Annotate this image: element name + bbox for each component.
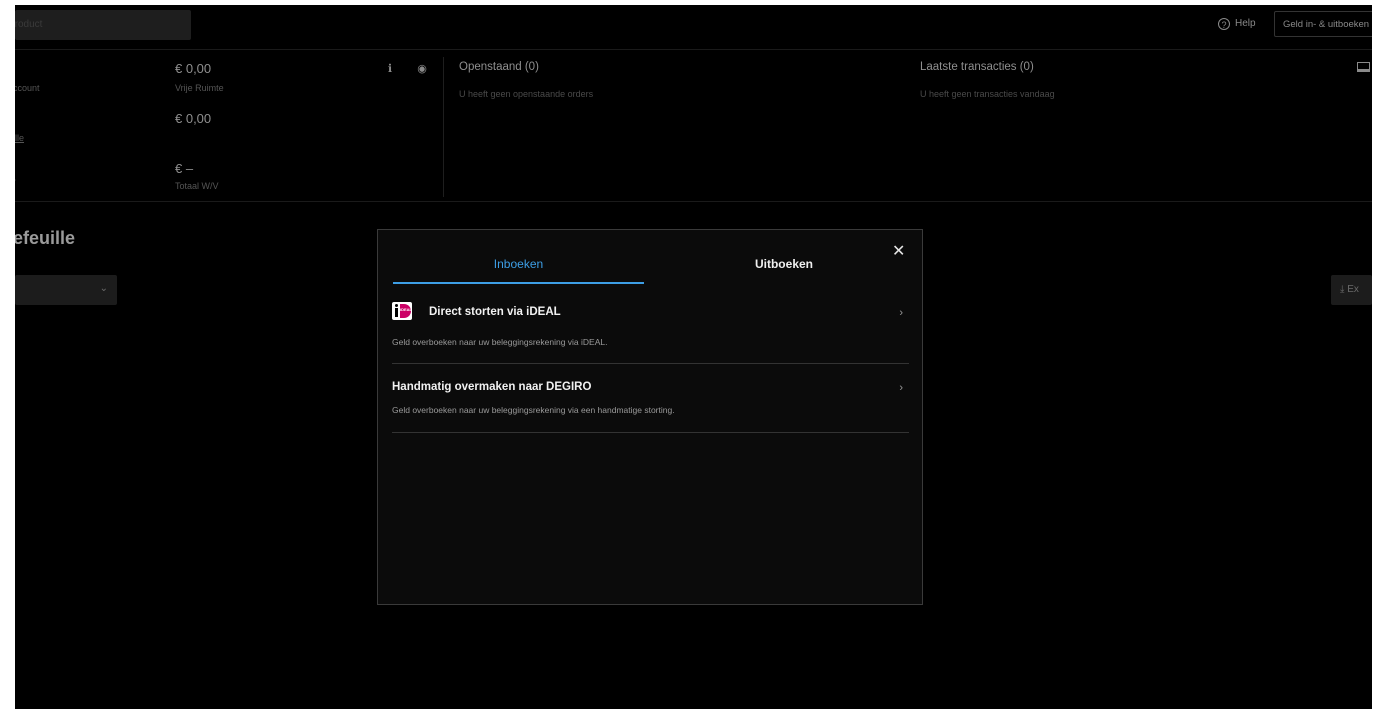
search-placeholder: Product — [15, 19, 43, 30]
chevron-right-icon: › — [899, 382, 903, 394]
top-bar: Product ? Help Geld in- & uitboeken — [15, 5, 1372, 49]
chevron-down-icon: ⌄ — [99, 283, 108, 294]
option-manual-transfer[interactable]: Handmatig overmaken naar DEGIRO › Geld o… — [392, 373, 909, 435]
portfolio-filter-select[interactable]: ⌄ — [15, 275, 117, 305]
free-space-label: Vrije Ruimte — [175, 83, 224, 93]
account-value-amount: € 0,00 — [175, 111, 212, 126]
deposit-withdraw-button[interactable]: Geld in- & uitboeken — [1274, 11, 1372, 37]
info-icon[interactable]: ℹ — [384, 63, 396, 75]
total-pl-amount: € – — [175, 161, 194, 176]
laptop-icon[interactable] — [1357, 62, 1370, 72]
deposit-modal: Inboeken Uitboeken ✕ iDEAL Direct storte… — [377, 229, 923, 605]
open-orders-title[interactable]: Openstaand (0) — [459, 61, 539, 73]
option-description: Geld overboeken naar uw beleggingsrekeni… — [392, 405, 675, 415]
side-label: / — [15, 178, 16, 188]
close-icon[interactable]: ✕ — [892, 244, 905, 260]
search-input[interactable]: Product — [15, 10, 191, 40]
option-title: Direct storten via iDEAL — [429, 306, 561, 318]
app-window: Product ? Help Geld in- & uitboeken ccou… — [15, 5, 1372, 709]
eye-icon[interactable]: ◉ — [416, 63, 428, 75]
divider — [15, 201, 1372, 202]
total-pl-label: Totaal W/V — [175, 181, 219, 191]
ideal-logo-icon: iDEAL — [392, 302, 412, 320]
help-link[interactable]: ? Help — [1218, 14, 1256, 34]
open-orders-empty: U heeft geen openstaande orders — [459, 89, 594, 99]
portfolio-title: efeuille — [15, 228, 76, 248]
divider — [15, 49, 1372, 50]
divider — [443, 57, 444, 197]
export-label: Ex — [1347, 284, 1359, 295]
help-icon: ? — [1218, 18, 1230, 30]
portfolio-nav-link[interactable]: ille — [15, 133, 24, 143]
free-space-amount: € 0,00 — [175, 61, 212, 76]
divider — [392, 432, 909, 433]
tab-inboeken[interactable]: Inboeken — [393, 256, 644, 284]
help-label: Help — [1235, 18, 1256, 29]
account-nav-label[interactable]: ccount — [15, 83, 40, 93]
option-title: Handmatig overmaken naar DEGIRO — [392, 381, 592, 393]
download-icon: ⤓ — [1340, 284, 1345, 295]
option-ideal[interactable]: iDEAL Direct storten via iDEAL › Geld ov… — [392, 302, 909, 364]
transactions-title[interactable]: Laatste transacties (0) — [920, 61, 1034, 73]
tab-uitboeken[interactable]: Uitboeken — [674, 256, 894, 282]
option-description: Geld overboeken naar uw beleggingsrekeni… — [392, 337, 608, 347]
divider — [392, 363, 909, 364]
chevron-right-icon: › — [899, 307, 903, 319]
transactions-empty: U heeft geen transacties vandaag — [920, 89, 1055, 99]
export-button[interactable]: ⤓ Ex — [1331, 275, 1372, 305]
